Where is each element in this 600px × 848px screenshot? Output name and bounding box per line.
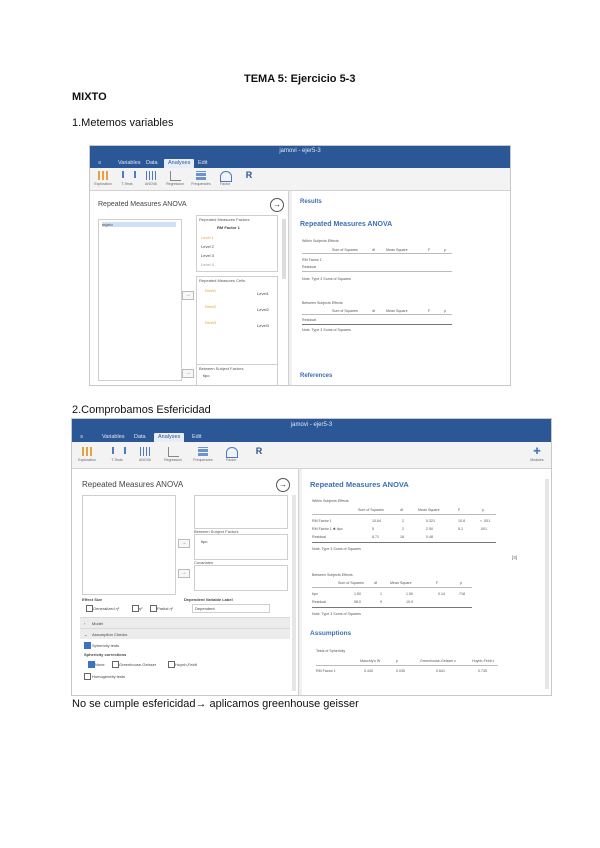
move-right-button-2[interactable]: →: [178, 569, 190, 578]
panel-title: Repeated Measures ANOVA: [98, 201, 187, 208]
homogeneity-checkbox[interactable]: [84, 673, 91, 680]
move-right-button[interactable]: →: [182, 291, 194, 300]
move-right-button-2[interactable]: →: [182, 369, 194, 378]
variable-list[interactable]: [82, 495, 176, 595]
anova-icon: [146, 171, 156, 180]
window-title: jamovi - ejer5-3: [72, 419, 551, 431]
generalized-eta-checkbox[interactable]: [86, 605, 93, 612]
correction-gg-checkbox[interactable]: [112, 661, 119, 668]
factor-tool[interactable]: Factor: [218, 170, 232, 188]
regression-tool[interactable]: Regression: [166, 170, 184, 188]
assumptions-title: Assumptions: [310, 630, 352, 637]
rm-factors-box: Repeated Measures Factors RM Factor 1 Le…: [196, 215, 278, 272]
r-icon: R: [255, 446, 263, 456]
rm-cells-box: Repeated Measures Cells Nivel1 Level1 Ni…: [196, 276, 278, 366]
menu-analyses[interactable]: Analyses: [164, 159, 195, 168]
frequencies-tool[interactable]: Frequencies: [191, 170, 211, 188]
partial-eta-checkbox[interactable]: [150, 605, 157, 612]
regression-icon: [170, 171, 181, 181]
screenshot-2: jamovi - ejer5-3 ≡ Variables Data Analys…: [71, 418, 552, 696]
menubar: ≡ Variables Data Analyses Edit: [90, 157, 510, 168]
results-panel: Results Repeated Measures ANOVA Within S…: [292, 191, 510, 385]
analysis-panel: Repeated Measures ANOVA → sujeto Repeate…: [90, 191, 289, 385]
step1-text: 1.Metemos variables: [72, 117, 174, 129]
variable-item[interactable]: sujeto: [102, 222, 176, 227]
close-panel-button[interactable]: →: [276, 478, 290, 492]
correction-hf-checkbox[interactable]: [168, 661, 175, 668]
bar-chart-icon: [98, 171, 108, 180]
factor-icon: [220, 171, 232, 182]
hamburger-menu-icon[interactable]: ≡: [76, 433, 87, 442]
between-factors-box: Between Subject Factors tipo: [196, 364, 278, 385]
toolbar: Exploration T-Tests ANOVA Regression Fre…: [72, 442, 551, 469]
variable-list[interactable]: sujeto: [98, 219, 182, 381]
doc-heading: TEMA 5: Ejercicio 5-3: [244, 73, 356, 85]
results-anova-title: Repeated Measures ANOVA: [310, 480, 409, 489]
results-scrollbar[interactable]: [545, 479, 549, 689]
regression-tool[interactable]: Regression: [164, 446, 182, 464]
hamburger-menu-icon[interactable]: ≡: [94, 159, 105, 168]
results-panel: Repeated Measures ANOVA Within Subjects …: [302, 469, 551, 695]
between-factors-box: tipo: [194, 534, 288, 560]
references-label[interactable]: References: [300, 373, 332, 379]
eta-checkbox[interactable]: [132, 605, 139, 612]
scrollbar[interactable]: [292, 495, 296, 691]
r-tool[interactable]: R: [242, 170, 256, 188]
menu-variables[interactable]: Variables: [114, 159, 145, 168]
exploration-tool[interactable]: Exploration: [78, 446, 96, 464]
step2-text: 2.Comprobamos Esfericidad: [72, 404, 211, 416]
ttests-tool[interactable]: T-Tests: [110, 446, 126, 464]
frequencies-icon: [196, 171, 206, 180]
dependent-label-input[interactable]: Dependent: [192, 604, 270, 613]
anova-icon: [140, 447, 150, 456]
factor-icon: [226, 447, 238, 458]
scrollbar[interactable]: [282, 219, 286, 279]
toolbar: Exploration T-Tests ANOVA Regression Fre…: [90, 168, 510, 191]
move-right-button[interactable]: →: [178, 539, 190, 548]
menu-edit[interactable]: Edit: [194, 159, 211, 168]
menu-data[interactable]: Data: [142, 159, 162, 168]
frequencies-icon: [198, 447, 208, 456]
anova-tool[interactable]: ANOVA: [144, 170, 158, 188]
r-tool[interactable]: R: [252, 446, 266, 464]
r-icon: R: [245, 170, 253, 180]
menu-variables[interactable]: Variables: [98, 433, 129, 442]
close-panel-button[interactable]: →: [270, 198, 284, 212]
menu-edit[interactable]: Edit: [188, 433, 205, 442]
sphericity-tests-checkbox[interactable]: [84, 642, 91, 649]
covariates-box: [194, 565, 288, 591]
bar-chart-icon: [82, 447, 92, 456]
ttests-tool[interactable]: T-Tests: [120, 170, 136, 188]
model-section[interactable]: › Model: [80, 617, 290, 628]
doc-subheading: MIXTO: [72, 91, 107, 103]
correction-none-checkbox[interactable]: [88, 661, 95, 668]
results-anova-title: Repeated Measures ANOVA: [300, 221, 393, 228]
plus-icon: ✚: [533, 446, 541, 456]
modules-tool[interactable]: ✚ Modules: [530, 446, 544, 464]
rm-cells-box: [194, 495, 288, 529]
window-title: jamovi - ejer5-3: [90, 146, 510, 157]
ttest-icon: [122, 171, 136, 178]
analysis-panel: Repeated Measures ANOVA → Between Subjec…: [72, 469, 299, 695]
menu-data[interactable]: Data: [130, 433, 150, 442]
panel-title: Repeated Measures ANOVA: [82, 480, 184, 489]
assumption-checks-section[interactable]: ⌄ Assumption Checks: [80, 628, 290, 639]
factor-tool[interactable]: Factor: [224, 446, 238, 464]
frequencies-tool[interactable]: Frequencies: [193, 446, 213, 464]
anova-tool[interactable]: ANOVA: [138, 446, 152, 464]
menubar: ≡ Variables Data Analyses Edit: [72, 431, 551, 442]
rm-factor-name[interactable]: RM Factor 1: [217, 225, 240, 230]
results-label: Results: [300, 199, 322, 205]
ttest-icon: [112, 447, 126, 454]
screenshot-1: jamovi - ejer5-3 ≡ Variables Data Analys…: [89, 145, 511, 386]
exploration-tool[interactable]: Exploration: [94, 170, 112, 188]
regression-icon: [168, 447, 179, 457]
menu-analyses[interactable]: Analyses: [154, 433, 185, 442]
conclusion-text: No se cumple esfericidad→ aplicamos gree…: [72, 698, 359, 710]
